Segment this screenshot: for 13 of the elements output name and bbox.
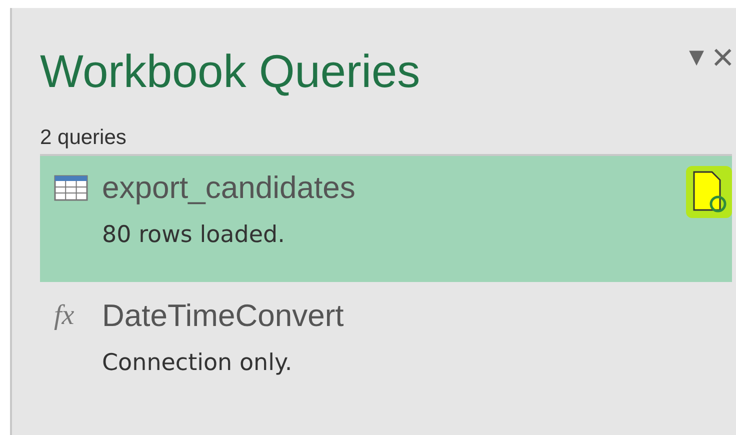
query-name: DateTimeConvert <box>102 298 344 334</box>
query-item[interactable]: fx DateTimeConvert Connection only. <box>40 282 732 410</box>
pane-menu-button[interactable]: ▾ <box>688 42 704 72</box>
query-item[interactable]: export_candidates 80 rows loaded. <box>40 154 732 282</box>
query-name: export_candidates <box>102 170 356 206</box>
query-count: 2 queries <box>40 126 128 150</box>
close-button[interactable]: × <box>712 39 734 77</box>
function-icon: fx <box>54 300 88 332</box>
query-status: Connection only. <box>102 350 294 376</box>
table-icon <box>54 175 88 201</box>
refresh-file-icon[interactable] <box>686 166 732 218</box>
query-status: 80 rows loaded. <box>102 222 286 248</box>
pane-title: Workbook Queries <box>40 44 422 98</box>
